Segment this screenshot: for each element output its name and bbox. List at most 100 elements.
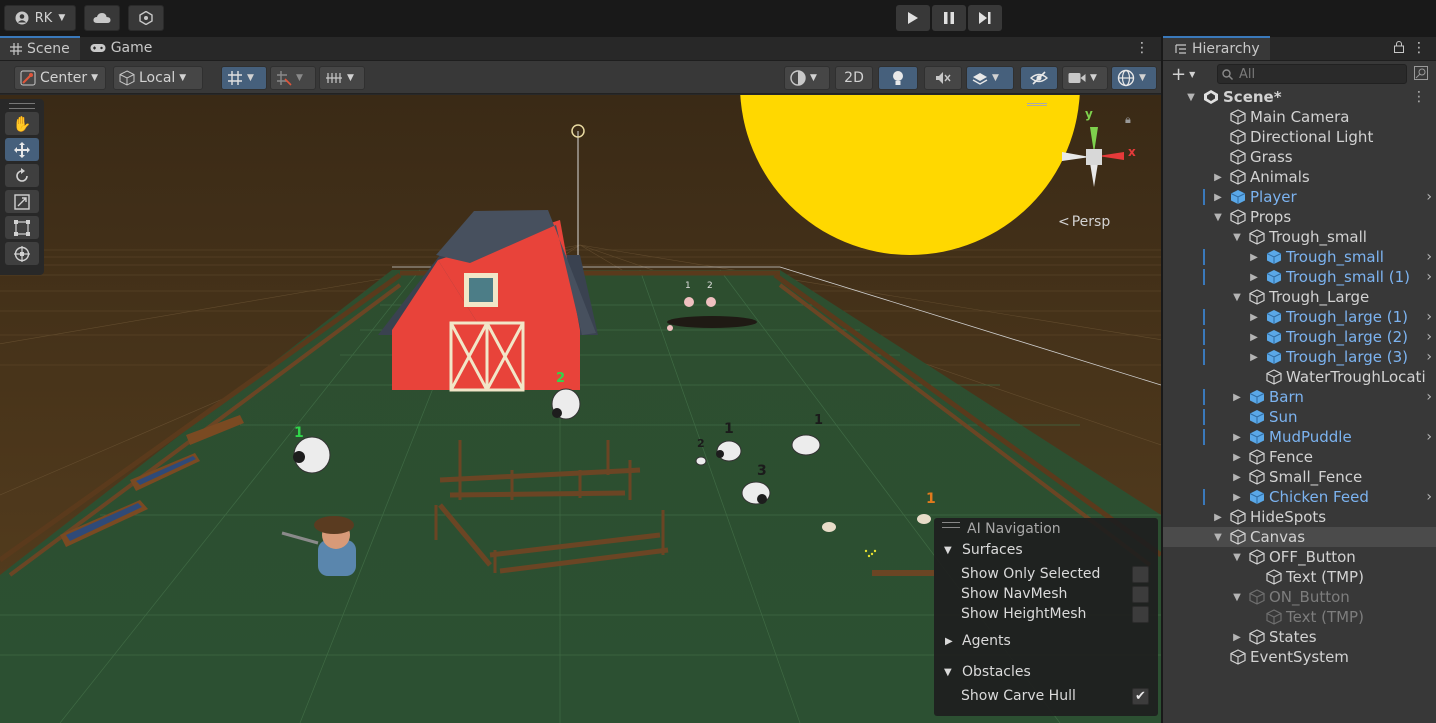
foldout-down-icon[interactable]: ▼: [1232, 292, 1242, 303]
prefab-open-icon[interactable]: ›: [1426, 189, 1432, 205]
step-button[interactable]: [968, 5, 1002, 31]
tab-hierarchy[interactable]: Hierarchy: [1163, 36, 1270, 60]
scale-tool-button[interactable]: [5, 190, 39, 213]
foldout-down-icon[interactable]: ▼: [1186, 92, 1196, 103]
overlay-header[interactable]: AI Navigation: [934, 519, 1158, 539]
tab-game[interactable]: Game: [80, 36, 163, 60]
hierarchy-item[interactable]: ▼ Props: [1163, 207, 1436, 227]
agents-foldout[interactable]: ▶ Agents: [934, 631, 1158, 651]
hierarchy-item[interactable]: Text (TMP): [1163, 607, 1436, 627]
pivot-mode-dropdown[interactable]: Center ▼: [14, 66, 106, 90]
foldout-down-icon[interactable]: ▼: [1232, 552, 1242, 563]
hierarchy-item[interactable]: ▶ Trough_large (3) ›: [1163, 347, 1436, 367]
prefab-open-icon[interactable]: ›: [1426, 309, 1432, 325]
rect-tool-button[interactable]: [5, 216, 39, 239]
transform-tool-button[interactable]: [5, 242, 39, 265]
foldout-down-icon[interactable]: ▼: [1213, 212, 1223, 223]
foldout-right-icon[interactable]: ▶: [1232, 492, 1242, 503]
foldout-right-icon[interactable]: ▶: [1249, 352, 1259, 363]
foldout-right-icon[interactable]: ▶: [1232, 472, 1242, 483]
scene-viewport[interactable]: 1 2 1 2 1 1 3 1 2 ✋ y x 🔒︎ < Persp AI Na…: [0, 95, 1161, 723]
gizmos-dropdown[interactable]: ▼: [1111, 66, 1157, 90]
hierarchy-item[interactable]: ▼ Canvas: [1163, 527, 1436, 547]
hierarchy-item[interactable]: Text (TMP): [1163, 567, 1436, 587]
kebab-menu-icon[interactable]: ⋮: [1412, 41, 1426, 55]
hierarchy-item[interactable]: ▶ Trough_large (1) ›: [1163, 307, 1436, 327]
surfaces-foldout[interactable]: ▼ Surfaces: [934, 540, 1158, 560]
effects-dropdown[interactable]: ▼: [966, 66, 1014, 90]
hierarchy-item[interactable]: ▶ HideSpots: [1163, 507, 1436, 527]
hierarchy-item[interactable]: ▶ Small_Fence: [1163, 467, 1436, 487]
hierarchy-item[interactable]: ▼ Trough_small: [1163, 227, 1436, 247]
foldout-right-icon[interactable]: ▶: [1249, 312, 1259, 323]
lighting-toggle[interactable]: [878, 66, 918, 90]
ruler-toggle[interactable]: ▼: [319, 66, 365, 90]
hierarchy-item[interactable]: Directional Light: [1163, 127, 1436, 147]
prefab-open-icon[interactable]: ›: [1426, 489, 1432, 505]
hierarchy-item[interactable]: ▼ OFF_Button: [1163, 547, 1436, 567]
hierarchy-item[interactable]: ▼ Scene* ⋮: [1163, 87, 1436, 107]
foldout-right-icon[interactable]: ▶: [1232, 632, 1242, 643]
gizmo-drag-handle-icon[interactable]: [1027, 103, 1047, 106]
collab-button[interactable]: [128, 5, 164, 31]
hierarchy-item[interactable]: ▶ Trough_large (2) ›: [1163, 327, 1436, 347]
prefab-open-icon[interactable]: ›: [1426, 249, 1432, 265]
kebab-menu-icon[interactable]: ⋮: [1135, 41, 1149, 55]
hierarchy-item[interactable]: ▶ Trough_small ›: [1163, 247, 1436, 267]
show-only-selected-checkbox[interactable]: [1132, 565, 1149, 583]
camera-settings-dropdown[interactable]: ▼: [1062, 66, 1108, 90]
foldout-down-icon[interactable]: ▼: [1213, 532, 1223, 543]
hierarchy-item[interactable]: EventSystem: [1163, 647, 1436, 667]
drag-handle-icon[interactable]: [942, 522, 960, 528]
foldout-down-icon[interactable]: ▼: [1232, 592, 1242, 603]
lock-icon[interactable]: [1394, 41, 1404, 53]
prefab-open-icon[interactable]: ›: [1426, 269, 1432, 285]
hierarchy-item[interactable]: ▶ Trough_small (1) ›: [1163, 267, 1436, 287]
lock-icon[interactable]: 🔒︎: [1125, 113, 1131, 127]
projection-toggle[interactable]: < Persp: [1058, 214, 1110, 230]
move-tool-button[interactable]: [5, 138, 39, 161]
foldout-right-icon[interactable]: ▶: [1213, 192, 1223, 203]
hierarchy-item[interactable]: Main Camera: [1163, 107, 1436, 127]
grid-snap-toggle[interactable]: ▼: [221, 66, 267, 90]
hierarchy-item[interactable]: ▶ Fence: [1163, 447, 1436, 467]
obstacles-foldout[interactable]: ▼ Obstacles: [934, 662, 1158, 682]
hierarchy-item[interactable]: ▼ Trough_Large: [1163, 287, 1436, 307]
hierarchy-item[interactable]: Sun: [1163, 407, 1436, 427]
audio-toggle[interactable]: [924, 66, 962, 90]
incremental-snap-toggle[interactable]: ▼: [270, 66, 316, 90]
foldout-right-icon[interactable]: ▶: [1249, 332, 1259, 343]
prefab-open-icon[interactable]: ›: [1426, 349, 1432, 365]
hierarchy-item[interactable]: ▼ ON_Button: [1163, 587, 1436, 607]
create-dropdown[interactable]: + ▼: [1171, 64, 1195, 85]
foldout-right-icon[interactable]: ▶: [1249, 252, 1259, 263]
foldout-right-icon[interactable]: ▶: [1213, 172, 1223, 183]
prefab-open-icon[interactable]: ›: [1426, 329, 1432, 345]
hand-tool-button[interactable]: ✋: [5, 112, 39, 135]
hierarchy-item[interactable]: ▶ Barn ›: [1163, 387, 1436, 407]
hierarchy-item[interactable]: ▶ Chicken Feed ›: [1163, 487, 1436, 507]
drag-handle-icon[interactable]: [9, 103, 35, 109]
scene-visibility-toggle[interactable]: [1020, 66, 1058, 90]
prefab-open-icon[interactable]: ›: [1426, 389, 1432, 405]
cloud-button[interactable]: [84, 5, 120, 31]
tab-scene[interactable]: Scene: [0, 36, 80, 60]
foldout-right-icon[interactable]: ▶: [1249, 272, 1259, 283]
pause-button[interactable]: [932, 5, 966, 31]
hierarchy-item[interactable]: ▶ States: [1163, 627, 1436, 647]
hierarchy-item[interactable]: ▶ Player ›: [1163, 187, 1436, 207]
foldout-right-icon[interactable]: ▶: [1232, 452, 1242, 463]
foldout-right-icon[interactable]: ▶: [1232, 392, 1242, 403]
foldout-down-icon[interactable]: ▼: [1232, 232, 1242, 243]
play-button[interactable]: [896, 5, 930, 31]
show-carve-hull-checkbox[interactable]: ✔: [1132, 687, 1149, 705]
hierarchy-item[interactable]: Grass: [1163, 147, 1436, 167]
prefab-open-icon[interactable]: ›: [1426, 429, 1432, 445]
hierarchy-search-input[interactable]: All: [1217, 64, 1407, 84]
foldout-right-icon[interactable]: ▶: [1213, 512, 1223, 523]
hierarchy-item[interactable]: ▶ MudPuddle ›: [1163, 427, 1436, 447]
hierarchy-item[interactable]: WaterTroughLocati: [1163, 367, 1436, 387]
show-heightmesh-checkbox[interactable]: [1132, 605, 1149, 623]
account-dropdown[interactable]: RK ▼: [4, 5, 76, 31]
hierarchy-item[interactable]: ▶ Animals: [1163, 167, 1436, 187]
